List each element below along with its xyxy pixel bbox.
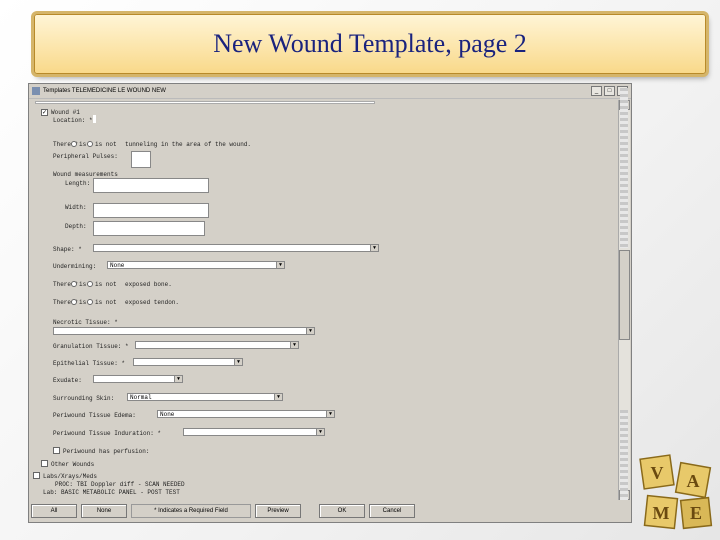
width-label: Width:	[65, 204, 87, 211]
shape-label: Shape: *	[53, 246, 82, 253]
cancel-button[interactable]: Cancel	[369, 504, 415, 518]
tendon-is-not-label: is not	[95, 299, 117, 306]
periwound-edema-select[interactable]: None ▼	[157, 410, 335, 418]
decorative-edge-strip	[620, 88, 628, 248]
logo-letter-3: M	[653, 503, 670, 523]
tendon-is-radio[interactable]	[71, 299, 77, 305]
peripheral-label: Peripheral Pulses:	[53, 153, 118, 160]
undermining-value: None	[110, 262, 125, 269]
tunneling-is-not-radio[interactable]	[87, 141, 93, 147]
preview-button[interactable]: Preview	[255, 504, 301, 518]
length-label: Length:	[65, 180, 91, 187]
shape-select[interactable]: ▼	[93, 244, 379, 252]
lab-line-1: PROC: TBI Doppler diff - SCAN NEEDED	[55, 481, 185, 488]
ok-button[interactable]: OK	[319, 504, 365, 518]
chevron-down-icon[interactable]: ▼	[306, 328, 314, 334]
top-text-line	[35, 101, 375, 104]
bone-is-radio[interactable]	[71, 281, 77, 287]
template-window: Templates TELEMEDICINE LE WOUND NEW _ □ …	[28, 83, 632, 523]
periwound-edema-label: Periwound Tissue Edema:	[53, 412, 136, 419]
labs-checkbox[interactable]	[33, 472, 40, 479]
all-button[interactable]: All	[31, 504, 77, 518]
bone-is-not-label: is not	[95, 281, 117, 288]
bone-is-not-radio[interactable]	[87, 281, 93, 287]
tunneling-tail-label: tunneling in the area of the wound.	[125, 141, 252, 148]
app-icon	[32, 87, 40, 95]
surrounding-skin-value: Normal	[130, 394, 152, 401]
lab-line-2: Lab: BASIC METABOLIC PANEL - POST TEST	[43, 489, 180, 496]
slide-title: New Wound Template, page 2	[34, 14, 706, 74]
location-label: Location: *	[53, 117, 93, 124]
periwound-induration-select[interactable]: ▼	[183, 428, 325, 436]
logo-letter-1: V	[651, 463, 664, 483]
slide-title-text: New Wound Template, page 2	[213, 29, 527, 58]
logo-letter-2: A	[687, 471, 700, 491]
bone-tail-label: exposed bone.	[125, 281, 172, 288]
epithelial-label: Epithelial Tissue: *	[53, 360, 126, 367]
exudate-label: Exudate:	[53, 377, 82, 384]
width-field[interactable]	[93, 203, 209, 218]
location-field[interactable]	[93, 115, 96, 123]
tunneling-is-label: is	[79, 141, 87, 148]
logo-letter-4: E	[690, 503, 702, 523]
necrotic-select[interactable]: ▼	[53, 327, 315, 335]
window-titlebar: Templates TELEMEDICINE LE WOUND NEW _ □ …	[29, 84, 631, 99]
undermining-select[interactable]: None ▼	[107, 261, 285, 269]
perfusion-checkbox[interactable]	[53, 447, 60, 454]
periwound-edema-value: None	[160, 411, 175, 418]
undermining-label: Undermining:	[53, 263, 97, 270]
tendon-is-not-radio[interactable]	[87, 299, 93, 305]
peripheral-field[interactable]	[131, 151, 151, 168]
granulation-select[interactable]: ▼	[135, 341, 299, 349]
necrotic-label: Necrotic Tissue: *	[53, 319, 118, 326]
window-title: Templates TELEMEDICINE LE WOUND NEW	[43, 88, 166, 94]
tunneling-is-not-label: is not	[95, 141, 117, 148]
perfusion-label: Periwound has perfusion:	[63, 448, 150, 455]
labs-label: Labs/Xrays/Meds	[43, 473, 98, 480]
epithelial-select[interactable]: ▼	[133, 358, 243, 366]
none-button[interactable]: None	[81, 504, 127, 518]
chevron-down-icon[interactable]: ▼	[234, 359, 242, 365]
tendon-is-label: is	[79, 299, 87, 306]
length-field[interactable]	[93, 178, 209, 193]
wound-label: Wound #1	[51, 109, 80, 116]
chevron-down-icon[interactable]: ▼	[370, 245, 378, 251]
depth-label: Depth:	[65, 223, 87, 230]
chevron-down-icon[interactable]: ▼	[274, 394, 282, 400]
required-field-status: * Indicates a Required Field	[131, 504, 251, 518]
other-wounds-label: Other Wounds	[51, 461, 95, 468]
surrounding-skin-label: Surrounding Skin:	[53, 395, 115, 402]
surrounding-skin-select[interactable]: Normal ▼	[127, 393, 283, 401]
form-content: ✓ Wound #1 Location: * There * is is not…	[31, 100, 616, 500]
decorative-edge-strip-lower	[620, 410, 628, 500]
depth-field[interactable]	[93, 221, 205, 236]
tendon-tail-label: exposed tendon.	[125, 299, 180, 306]
tunneling-is-radio[interactable]	[71, 141, 77, 147]
window-footer: All None * Indicates a Required Field Pr…	[31, 504, 629, 518]
chevron-down-icon[interactable]: ▼	[290, 342, 298, 348]
chevron-down-icon[interactable]: ▼	[276, 262, 284, 268]
chevron-down-icon[interactable]: ▼	[174, 376, 182, 382]
periwound-induration-label: Periwound Tissue Induration: *	[53, 430, 162, 437]
granulation-label: Granulation Tissue: *	[53, 343, 129, 350]
exudate-select[interactable]: ▼	[93, 375, 183, 383]
scroll-thumb[interactable]	[619, 250, 630, 340]
chevron-down-icon[interactable]: ▼	[326, 411, 334, 417]
other-wounds-checkbox[interactable]	[41, 460, 48, 467]
measurements-label: Wound measurements	[53, 171, 118, 178]
chevron-down-icon[interactable]: ▼	[316, 429, 324, 435]
minimize-icon[interactable]: _	[591, 86, 602, 96]
wound-checkbox[interactable]: ✓	[41, 109, 48, 116]
bone-is-label: is	[79, 281, 87, 288]
vame-logo: V A M E	[639, 454, 713, 530]
maximize-icon[interactable]: □	[604, 86, 615, 96]
